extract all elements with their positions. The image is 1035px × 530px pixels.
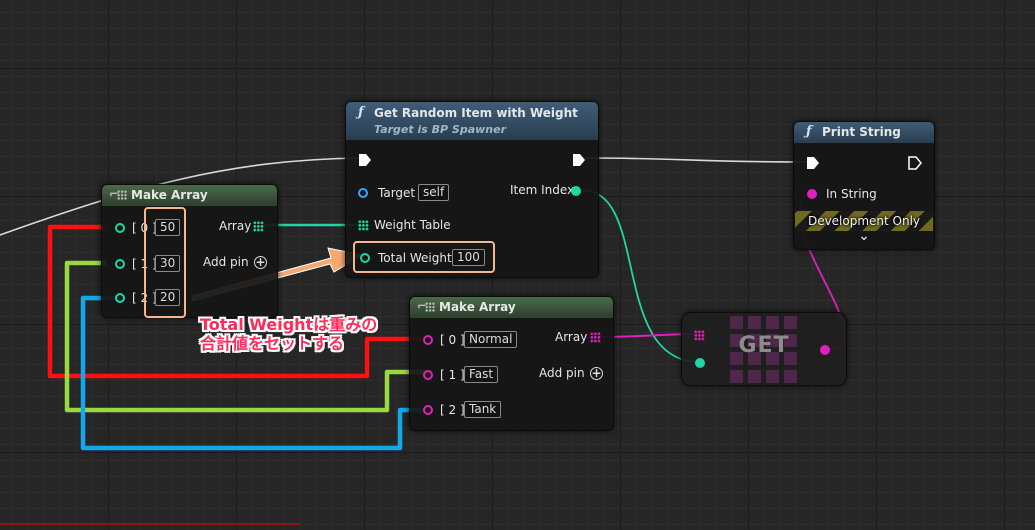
- exec-out-icon[interactable]: [908, 156, 922, 170]
- node-subtitle: Target is BP Spawner: [374, 123, 506, 136]
- node-header[interactable]: ƒ Get Random Item with Weight Target is …: [346, 102, 598, 140]
- node-header[interactable]: ⌐ Make Array: [410, 297, 613, 318]
- element-0-pin[interactable]: [115, 223, 125, 233]
- plus-circle-icon[interactable]: +: [254, 256, 267, 269]
- total-weight-highlight: [353, 241, 495, 273]
- target-array-pin[interactable]: [694, 330, 705, 341]
- function-icon: ƒ: [358, 105, 364, 120]
- array-output-label: Array: [555, 330, 588, 344]
- chevron-down-icon[interactable]: ⌄: [794, 228, 934, 244]
- node-header[interactable]: ƒ Print String: [794, 122, 934, 143]
- node-header[interactable]: ⌐ Make Array: [102, 185, 277, 206]
- element-1-pin[interactable]: [423, 370, 433, 380]
- annotation-text: Total Weightは重みの 合計値をセットする: [200, 315, 377, 353]
- target-pin[interactable]: [358, 188, 368, 198]
- node-title: Make Array: [439, 300, 516, 314]
- array-grid-icon: [425, 302, 435, 312]
- make-array-node-weights[interactable]: ⌐ Make Array [ 0 ] 50 [ 1 ] 30 [ 2 ] 20 …: [101, 184, 278, 318]
- element-0-value[interactable]: Normal: [464, 331, 518, 348]
- weight-table-label: Weight Table: [374, 218, 451, 232]
- element-0-pin[interactable]: [423, 335, 433, 345]
- element-1-pin[interactable]: [115, 259, 125, 269]
- target-label: Target: [378, 186, 416, 200]
- plus-circle-icon[interactable]: +: [590, 367, 603, 380]
- element-2-pin[interactable]: [115, 293, 125, 303]
- item-index-label: Item Index: [510, 183, 575, 197]
- function-icon: ƒ: [806, 124, 812, 139]
- output-pin[interactable]: [820, 345, 830, 355]
- exec-out-icon[interactable]: [572, 153, 586, 167]
- node-title: Get Random Item with Weight: [374, 106, 578, 120]
- index-pin[interactable]: [695, 358, 705, 368]
- get-array-node[interactable]: GET: [681, 312, 847, 386]
- array-output-pin[interactable]: [253, 221, 264, 232]
- element-2-label: [ 2 ]: [440, 403, 465, 417]
- annotation-line-1: Total Weightは重みの: [200, 315, 378, 334]
- development-only-label: Development Only: [807, 214, 921, 228]
- in-string-label: In String: [826, 187, 877, 201]
- values-highlight: [144, 207, 186, 318]
- exec-in-icon[interactable]: [806, 156, 820, 170]
- add-pin-label: Add pin: [203, 255, 249, 269]
- in-string-pin[interactable]: [807, 189, 817, 199]
- element-2-value[interactable]: Tank: [464, 401, 502, 418]
- node-title: Make Array: [131, 188, 208, 202]
- element-1-label: [ 1 ]: [440, 368, 465, 382]
- element-0-label: [ 0 ]: [440, 333, 465, 347]
- element-2-pin[interactable]: [423, 405, 433, 415]
- array-output-pin[interactable]: [590, 332, 601, 343]
- exec-wire-out[interactable]: [584, 157, 809, 163]
- weight-table-pin[interactable]: [358, 220, 369, 231]
- array-grid-icon: [117, 190, 127, 200]
- annotation-line-2: 合計値をセットする: [200, 334, 345, 353]
- node-title: Print String: [822, 125, 901, 139]
- item-index-pin[interactable]: [571, 186, 581, 196]
- print-string-node[interactable]: ƒ Print String In String Development Onl…: [793, 121, 935, 250]
- array-output-label: Array: [219, 219, 252, 233]
- add-pin-label: Add pin: [539, 366, 585, 380]
- make-array-node-types[interactable]: ⌐ Make Array [ 0 ] Normal [ 1 ] Fast [ 2…: [409, 296, 614, 431]
- exec-in-icon[interactable]: [358, 153, 372, 167]
- target-value[interactable]: self: [418, 184, 450, 201]
- element-1-value[interactable]: Fast: [464, 366, 499, 383]
